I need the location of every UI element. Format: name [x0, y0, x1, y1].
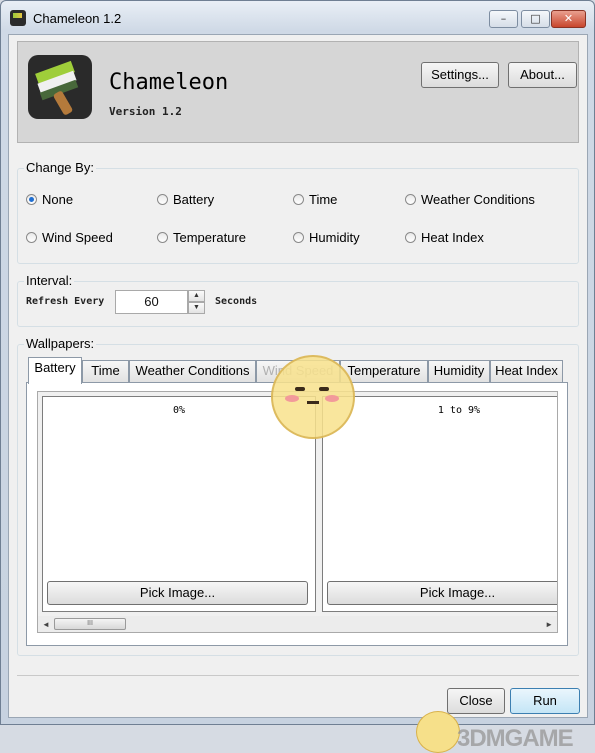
watermark-mascot-image	[416, 711, 460, 753]
radio-indicator	[157, 232, 168, 243]
tab-battery[interactable]: Battery	[28, 357, 82, 384]
radio-indicator	[157, 194, 168, 205]
wallpaper-card: 0% Pick Image...	[42, 396, 316, 612]
minimize-button[interactable]: –	[489, 10, 518, 28]
run-button[interactable]: Run	[510, 688, 580, 714]
refresh-interval-input[interactable]: 60	[115, 290, 188, 314]
radio-indicator	[293, 194, 304, 205]
spin-up-button[interactable]: ▲	[188, 290, 205, 302]
seconds-label: Seconds	[215, 296, 258, 307]
radio-indicator	[293, 232, 304, 243]
title-bar[interactable]: Chameleon 1.2 – □ ✕	[1, 1, 594, 35]
maximize-button[interactable]: □	[521, 10, 550, 28]
footer-separator	[17, 675, 579, 676]
chameleon-brush-icon	[28, 55, 92, 119]
close-button[interactable]: Close	[447, 688, 505, 714]
app-window: Chameleon 1.2 – □ ✕ Chameleon Version 1.…	[0, 0, 595, 753]
card-range-label: 1 to 9%	[437, 405, 481, 416]
tab-heat-index[interactable]: Heat Index	[490, 360, 563, 382]
watermark-logo: 3DMGAME	[457, 725, 574, 752]
scrollbar-thumb[interactable]: III	[54, 618, 126, 630]
tab-time[interactable]: Time	[82, 360, 129, 382]
pick-image-button[interactable]: Pick Image...	[47, 581, 308, 605]
app-icon	[10, 10, 26, 26]
pick-image-button[interactable]: Pick Image...	[327, 581, 557, 605]
refresh-every-label: Refresh Every	[26, 296, 105, 307]
window-close-button[interactable]: ✕	[551, 10, 586, 28]
scroll-left-arrow-icon[interactable]: ◄	[42, 620, 50, 629]
app-name: Chameleon	[109, 70, 229, 95]
radio-indicator	[405, 232, 416, 243]
radio-indicator	[26, 194, 37, 205]
scroll-right-arrow-icon[interactable]: ►	[545, 620, 553, 629]
interval-label: Interval:	[24, 273, 75, 288]
client-area: Chameleon Version 1.2 Settings... About.…	[8, 34, 588, 753]
radio-indicator	[405, 194, 416, 205]
about-button[interactable]: About...	[508, 62, 577, 88]
wallpapers-label: Wallpapers:	[24, 336, 97, 351]
tab-humidity[interactable]: Humidity	[428, 360, 490, 382]
window-title: Chameleon 1.2	[33, 11, 122, 26]
mascot-overlay-image	[271, 355, 355, 439]
change-by-label: Change By:	[24, 160, 96, 175]
app-header: Chameleon Version 1.2 Settings... About.…	[17, 41, 579, 143]
radio-indicator	[26, 232, 37, 243]
spin-down-button[interactable]: ▼	[188, 302, 205, 314]
tab-weather-conditions[interactable]: Weather Conditions	[129, 360, 256, 382]
tab-temperature[interactable]: Temperature	[340, 360, 428, 382]
horizontal-scrollbar[interactable]: ◄ III ►	[38, 616, 557, 632]
wallpaper-card: 1 to 9% Pick Image...	[322, 396, 557, 612]
settings-button[interactable]: Settings...	[421, 62, 499, 88]
change-by-group	[17, 168, 579, 264]
app-version: Version 1.2	[109, 105, 182, 118]
